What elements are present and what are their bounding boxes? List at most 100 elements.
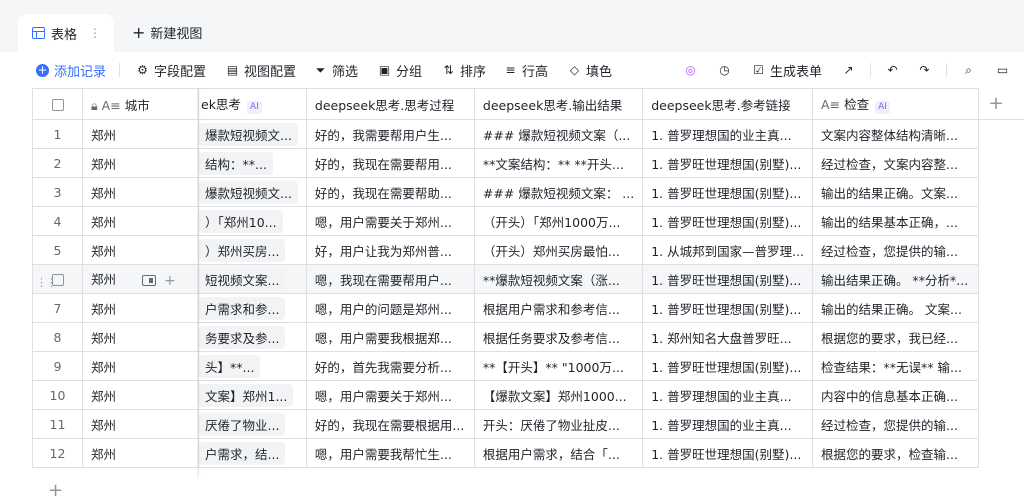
table-row[interactable]: 7 郑州 户需求和参... 嗯，用户的问题是郑州... 根据用户需求和参考信... 1. … (32, 293, 980, 323)
think-result-cell[interactable]: 根据任务要求及参考信... (473, 322, 644, 352)
table-row[interactable]: 9 郑州 头】**... 好的，首先我需要分析... **【开头】** "1000万..… (32, 351, 980, 381)
city-cell[interactable]: 郑州 (82, 177, 199, 207)
think-process-cell[interactable]: 嗯，用户需要关于郑州... (305, 380, 475, 410)
think-result-cell[interactable]: **文案结构：** **开头... (473, 148, 644, 178)
think-cell[interactable]: 户需求，结... (198, 438, 307, 468)
think-result-cell[interactable]: （开头）「郑州1000万... (473, 206, 644, 236)
field-config-button[interactable]: ⚙ 字段配置 (136, 52, 206, 88)
think-process-cell[interactable]: 好的，我需要帮用户生... (305, 119, 475, 149)
think-process-cell[interactable]: 好的，首先我需要分析... (305, 351, 475, 381)
think-process-cell[interactable]: 嗯，用户需要我根据郑... (305, 322, 475, 352)
city-cell[interactable]: 郑州 (82, 409, 199, 439)
think-result-cell[interactable]: 根据用户需求和参考信... (473, 293, 644, 323)
share-button[interactable]: ↗ (842, 52, 855, 88)
think-cell[interactable]: 户需求和参... (198, 293, 307, 323)
city-cell[interactable]: 郑州 (82, 293, 199, 323)
add-record-button[interactable]: + 添加记录 (36, 52, 106, 88)
select-all-checkbox[interactable] (51, 99, 64, 111)
think-process-cell[interactable]: 嗯，我现在需要帮用户... (305, 264, 475, 294)
table-row[interactable]: 8 郑州 务要求及参... 嗯，用户需要我根据郑... 根据任务要求及参考信... 1. … (32, 322, 980, 352)
think-cell[interactable]: ）郑州买房... (198, 235, 307, 265)
think-result-cell[interactable]: 开头：厌倦了物业扯皮... (473, 409, 644, 439)
column-header-think-result[interactable]: deepseek思考.输出结果 (473, 88, 644, 120)
check-cell[interactable]: 根据您的要求，我已经... (812, 322, 980, 352)
think-cell[interactable]: 爆款短视频文... (198, 119, 307, 149)
think-result-cell[interactable]: **【开头】** "1000万... (473, 351, 644, 381)
think-cell[interactable]: 短视频文案... (198, 264, 307, 294)
think-links-cell[interactable]: 1. 普罗旺世理想国(别墅)... (642, 206, 814, 236)
add-row-button[interactable]: + (48, 480, 63, 501)
think-links-cell[interactable]: 1. 普罗理想国的业主真... (642, 409, 814, 439)
city-cell[interactable]: 郑州 (82, 351, 199, 381)
column-header-think-links[interactable]: deepseek思考.参考链接 (642, 88, 814, 120)
column-header-think[interactable]: ek思考 AI (198, 88, 307, 120)
undo-button[interactable]: ↶ (886, 52, 899, 88)
think-result-cell[interactable]: （开头）郑州买房最怕... (473, 235, 644, 265)
think-links-cell[interactable]: 1. 普罗旺世理想国(别墅)... (642, 148, 814, 178)
ai-assistant-button[interactable]: ◎ (684, 52, 697, 88)
city-cell[interactable]: 郑州 (82, 380, 199, 410)
check-cell[interactable]: 输出的结果基本正确，... (812, 206, 980, 236)
generate-form-button[interactable]: ☑ 生成表单 (752, 52, 822, 88)
think-links-cell[interactable]: 1. 普罗旺世理想国(别墅)... (642, 351, 814, 381)
table-row[interactable]: 4 郑州 ）「郑州10... 嗯，用户需要关于郑州... （开头）「郑州1000万...… (32, 206, 980, 236)
group-button[interactable]: ▣ 分组 (378, 52, 422, 88)
check-cell[interactable]: 经过检查，您提供的输... (812, 235, 980, 265)
city-cell[interactable]: 郑州 (82, 119, 199, 149)
think-links-cell[interactable]: 1. 普罗旺世理想国(别墅)... (642, 177, 814, 207)
table-row[interactable]: 2 郑州 结构：**... 好的，我现在需要帮用... **文案结构：** **开头..… (32, 148, 980, 178)
think-cell[interactable]: 头】**... (198, 351, 307, 381)
check-cell[interactable]: 根据您的要求，检查输... (812, 438, 980, 468)
check-cell[interactable]: 检查结果：**无误** 输... (812, 351, 980, 381)
new-view-button[interactable]: + 新建视图 (132, 23, 202, 42)
check-cell[interactable]: 文案内容整体结构清晰... (812, 119, 980, 149)
think-process-cell[interactable]: 嗯，用户需要我帮忙生... (305, 438, 475, 468)
think-process-cell[interactable]: 好的，我现在需要根据用... (305, 409, 475, 439)
more-icon[interactable]: ⋮ (89, 26, 101, 40)
sort-button[interactable]: ⇅ 排序 (442, 52, 486, 88)
think-process-cell[interactable]: 好的，我现在需要帮用... (305, 148, 475, 178)
think-result-cell[interactable]: 【爆款文案】郑州1000... (473, 380, 644, 410)
think-cell[interactable]: 结构：**... (198, 148, 307, 178)
city-cell[interactable]: 郑州 + (82, 264, 199, 294)
table-row[interactable]: 5 郑州 ）郑州买房... 好，用户让我为郑州普... （开头）郑州买房最怕... 1. … (32, 235, 980, 265)
think-links-cell[interactable]: 1. 普罗旺世理想国(别墅)... (642, 293, 814, 323)
table-row[interactable]: 1 郑州 爆款短视频文... 好的，我需要帮用户生... ### 爆款短视频文案（...… (32, 119, 980, 149)
think-cell[interactable]: 务要求及参... (198, 322, 307, 352)
table-row[interactable]: 12 郑州 户需求，结... 嗯，用户需要我帮忙生... 根据用户需求，结合「... 1.… (32, 438, 980, 468)
redo-button[interactable]: ↷ (918, 52, 931, 88)
check-cell[interactable]: 输出结果正确。 **分析*... (812, 264, 980, 294)
think-result-cell[interactable]: 根据用户需求，结合「... (473, 438, 644, 468)
add-column-button[interactable]: + (968, 88, 1024, 120)
think-links-cell[interactable]: 1. 从城邦到国家—普罗理... (642, 235, 814, 265)
check-cell[interactable]: 内容中的信息基本正确... (812, 380, 980, 410)
filter-button[interactable]: ⏷ 筛选 (314, 52, 358, 88)
column-header-city[interactable]: 🔒︎ A≡ 城市 (82, 88, 199, 120)
select-all-cell[interactable] (32, 88, 83, 120)
view-config-button[interactable]: ▤ 视图配置 (226, 52, 296, 88)
think-links-cell[interactable]: 1. 普罗理想国的业主真... (642, 380, 814, 410)
column-header-check[interactable]: A≡ 检查 AI (812, 88, 980, 120)
table-row[interactable]: 11 郑州 厌倦了物业... 好的，我现在需要根据用... 开头：厌倦了物业扯皮... 1… (32, 409, 980, 439)
fill-color-button[interactable]: ◇ 填色 (568, 52, 612, 88)
think-links-cell[interactable]: 1. 普罗旺世理想国(别墅)... (642, 438, 814, 468)
check-cell[interactable]: 输出的结果正确。文案... (812, 177, 980, 207)
think-cell[interactable]: ）「郑州10... (198, 206, 307, 236)
tab-grid-view[interactable]: 表格 ⋮ (18, 14, 114, 52)
expand-record-icon[interactable] (142, 275, 157, 287)
think-links-cell[interactable]: 1. 普罗理想国的业主真... (642, 119, 814, 149)
city-cell[interactable]: 郑州 (82, 206, 199, 236)
think-process-cell[interactable]: 好的，我现在需要帮助... (305, 177, 475, 207)
plus-icon[interactable]: + (164, 273, 176, 289)
city-cell[interactable]: 郑州 (82, 438, 199, 468)
think-process-cell[interactable]: 嗯，用户的问题是郑州... (305, 293, 475, 323)
drag-handle-icon[interactable]: ⋮⋮ (36, 276, 57, 289)
check-cell[interactable]: 经过检查，文案内容整... (812, 148, 980, 178)
think-links-cell[interactable]: 1. 普罗旺世理想国(别墅)... (642, 264, 814, 294)
city-cell[interactable]: 郑州 (82, 148, 199, 178)
think-process-cell[interactable]: 好，用户让我为郑州普... (305, 235, 475, 265)
city-cell[interactable]: 郑州 (82, 322, 199, 352)
history-button[interactable]: ◷ (718, 52, 731, 88)
think-links-cell[interactable]: 1. 郑州知名大盘普罗旺... (642, 322, 814, 352)
search-button[interactable]: ⌕ (962, 52, 975, 88)
